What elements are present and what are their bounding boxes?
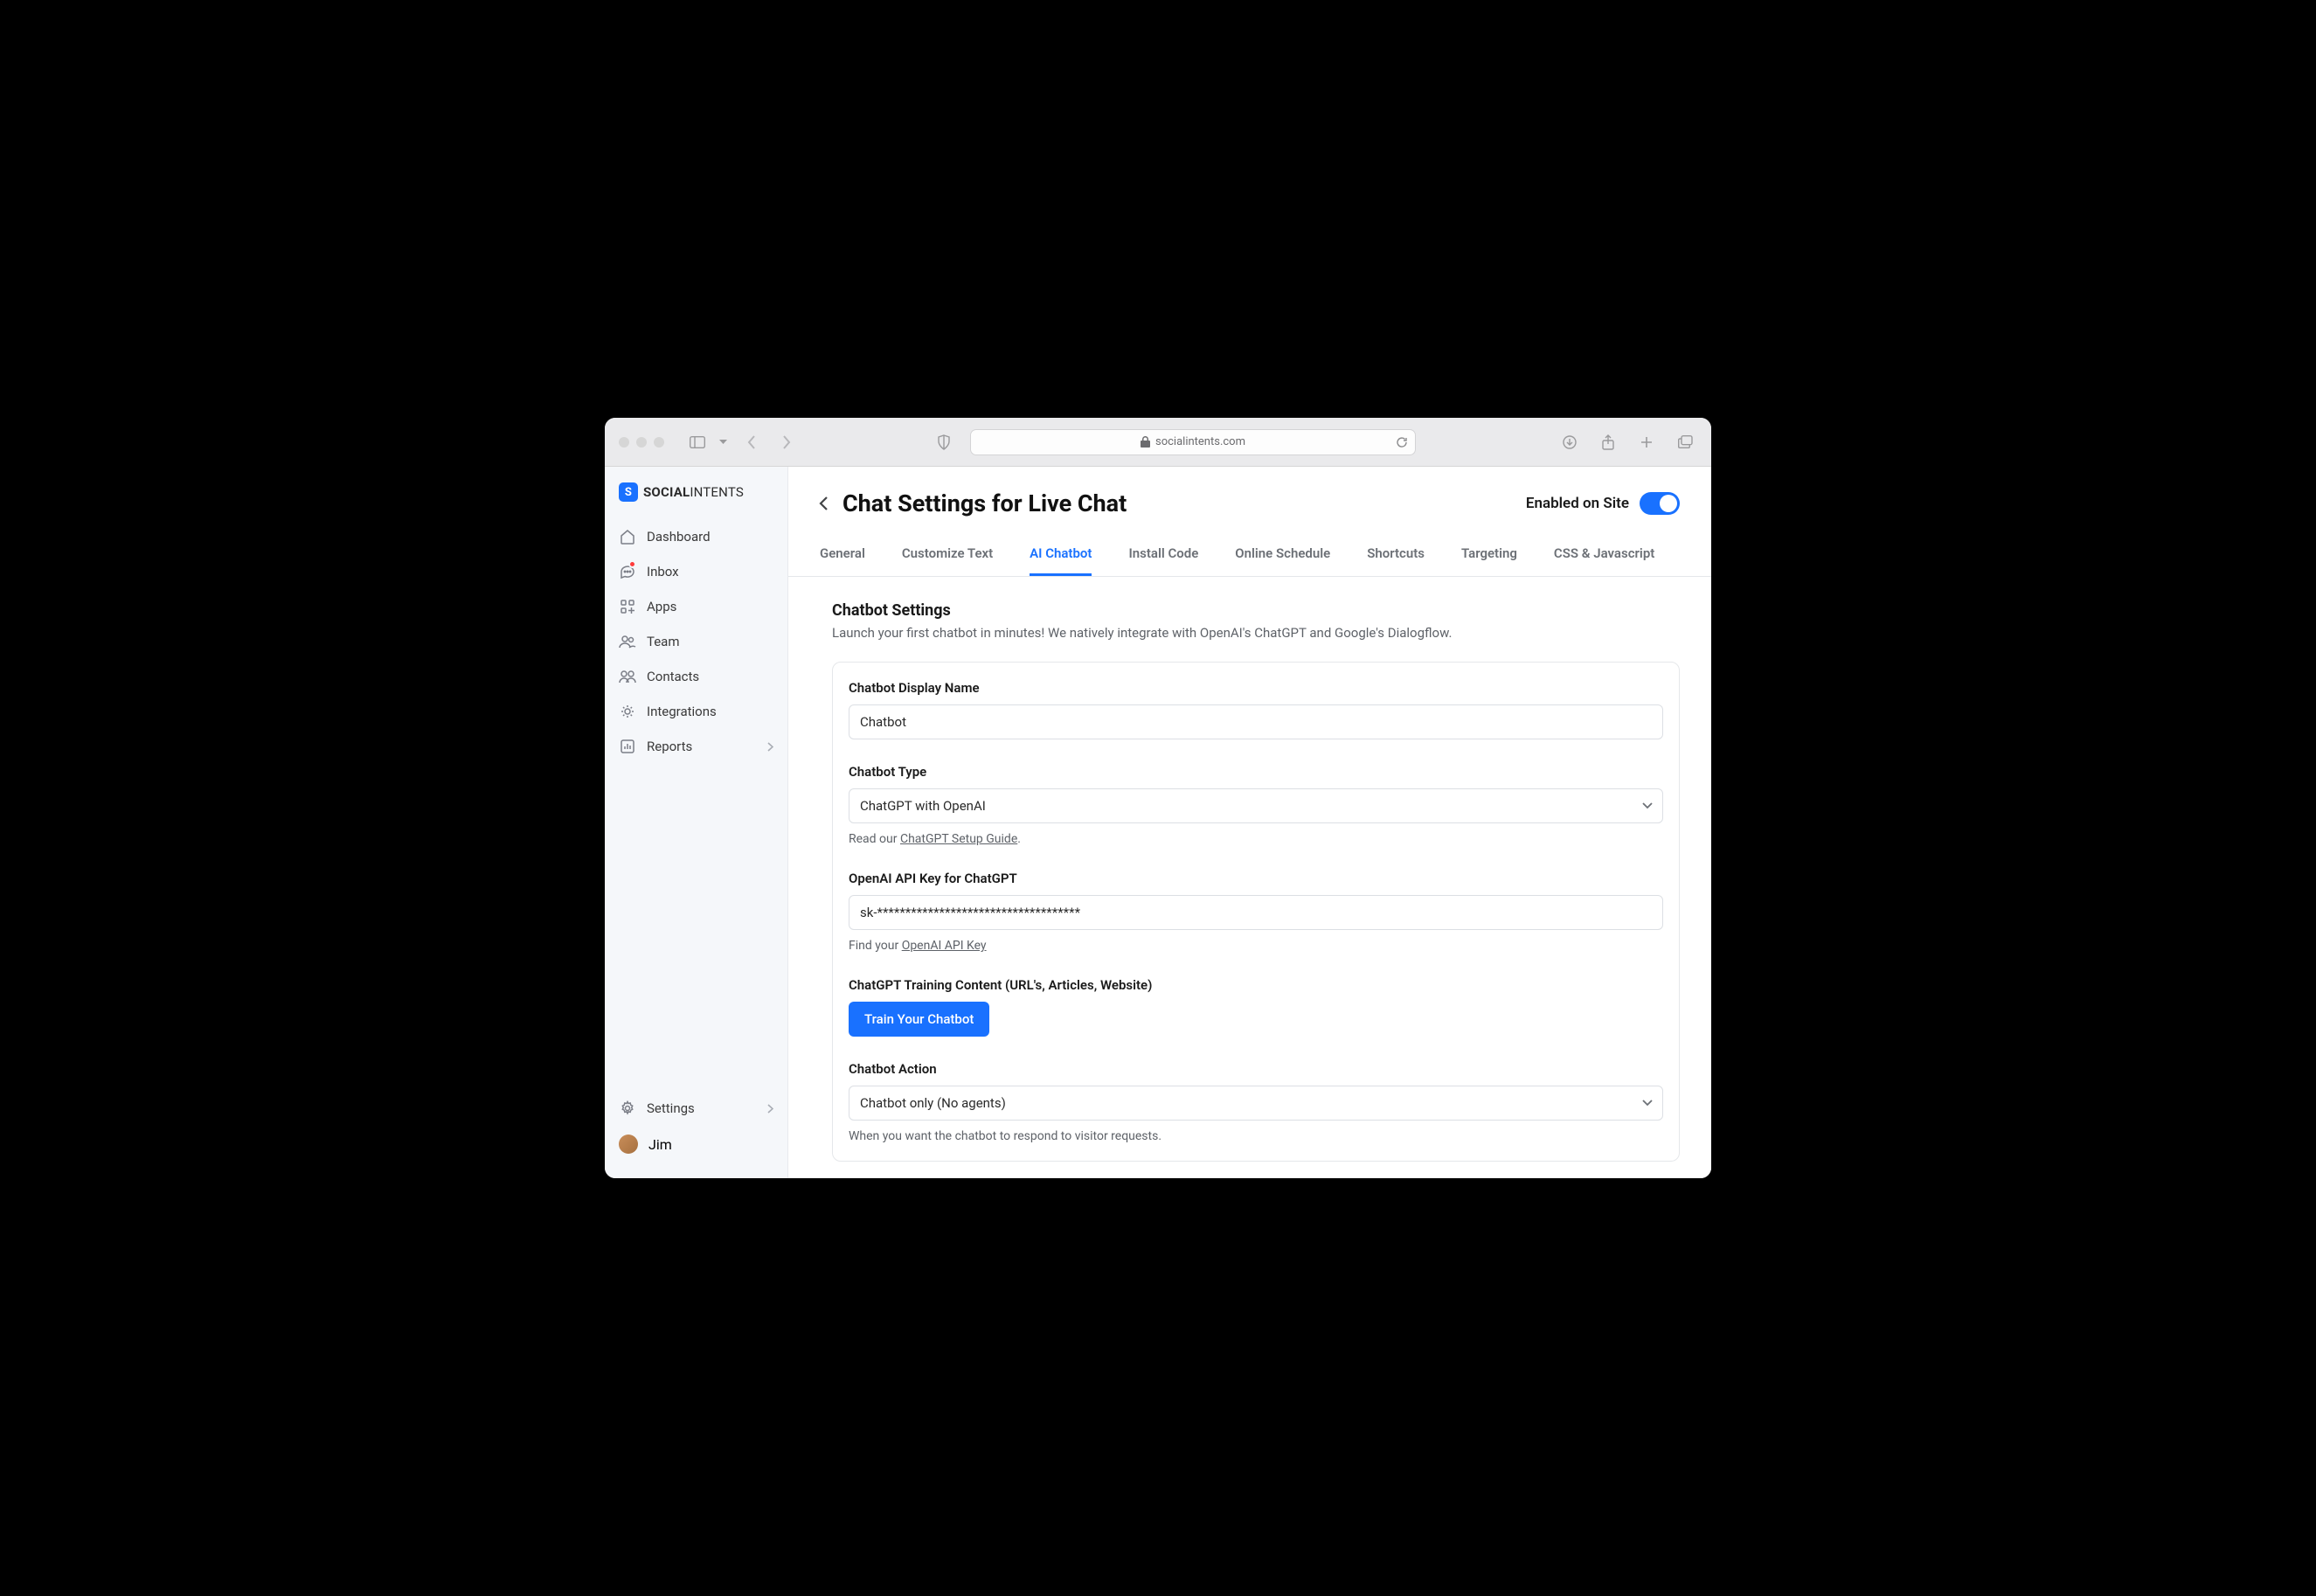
tab-shortcuts[interactable]: Shortcuts: [1367, 545, 1425, 576]
tab-targeting[interactable]: Targeting: [1461, 545, 1517, 576]
display-name-input[interactable]: [849, 704, 1663, 739]
gear-icon: [619, 703, 636, 720]
maximize-window[interactable]: [654, 437, 664, 448]
form-container: Chatbot Display Name Chatbot Type Rea: [832, 662, 1680, 1162]
sidebar-item-integrations[interactable]: Integrations: [605, 694, 787, 729]
tab-css-javascript[interactable]: CSS & Javascript: [1554, 545, 1654, 576]
dropdown-icon[interactable]: [717, 430, 729, 455]
api-key-input[interactable]: [849, 895, 1663, 930]
sidebar-item-contacts[interactable]: Contacts: [605, 659, 787, 694]
chatbot-action-helper: When you want the chatbot to respond to …: [849, 1129, 1663, 1143]
display-name-label: Chatbot Display Name: [849, 680, 1663, 696]
api-key-helper: Find your OpenAI API Key: [849, 939, 1663, 953]
sidebar-item-label: Reports: [647, 739, 692, 754]
enabled-toggle[interactable]: [1640, 492, 1680, 515]
train-chatbot-button[interactable]: Train Your Chatbot: [849, 1002, 989, 1037]
chart-icon: [619, 738, 636, 755]
contacts-icon: [619, 668, 636, 685]
team-icon: [619, 633, 636, 650]
browser-back[interactable]: [739, 430, 764, 455]
tab-online-schedule[interactable]: Online Schedule: [1235, 545, 1330, 576]
lock-icon: [1141, 436, 1150, 448]
logo-mark-icon: S: [619, 482, 638, 502]
user-name: Jim: [648, 1136, 672, 1153]
main-content: Chat Settings for Live Chat Enabled on S…: [788, 467, 1711, 1178]
sidebar-item-settings[interactable]: Settings: [605, 1091, 787, 1126]
sidebar-item-inbox[interactable]: Inbox: [605, 554, 787, 589]
sidebar-item-label: Contacts: [647, 669, 699, 684]
logo-text-bold: SOCIAL: [643, 484, 690, 500]
sidebar-item-label: Inbox: [647, 564, 679, 579]
chatbot-action-label: Chatbot Action: [849, 1061, 1663, 1077]
sidebar-item-label: Apps: [647, 599, 676, 614]
sidebar-item-dashboard[interactable]: Dashboard: [605, 519, 787, 554]
sidebar-item-label: Dashboard: [647, 529, 711, 545]
tab-ai-chatbot[interactable]: AI Chatbot: [1030, 545, 1092, 576]
api-key-label: OpenAI API Key for ChatGPT: [849, 871, 1663, 886]
api-key-link[interactable]: OpenAI API Key: [902, 939, 987, 953]
tabs: General Customize Text AI Chatbot Instal…: [788, 530, 1711, 577]
settings-icon: [619, 1100, 636, 1117]
tab-install-code[interactable]: Install Code: [1128, 545, 1198, 576]
training-label: ChatGPT Training Content (URL's, Article…: [849, 977, 1663, 993]
sidebar-toggle-icon[interactable]: [685, 430, 710, 455]
browser-forward[interactable]: [774, 430, 799, 455]
page-header: Chat Settings for Live Chat Enabled on S…: [788, 467, 1711, 530]
tab-customize-text[interactable]: Customize Text: [902, 545, 993, 576]
sidebar-item-apps[interactable]: Apps: [605, 589, 787, 624]
logo-text-thin: INTENTS: [690, 484, 744, 500]
close-window[interactable]: [619, 437, 629, 448]
notification-dot: [628, 560, 636, 568]
chatbot-action-select[interactable]: [849, 1086, 1663, 1121]
chatbot-type-helper: Read our ChatGPT Setup Guide.: [849, 832, 1663, 846]
sidebar-item-reports[interactable]: Reports: [605, 729, 787, 764]
sidebar: S SOCIALINTENTS Dashboard Inbox: [605, 467, 788, 1178]
share-icon[interactable]: [1596, 430, 1620, 455]
apps-icon: [619, 598, 636, 615]
url-text: socialintents.com: [1155, 435, 1245, 448]
refresh-icon[interactable]: [1396, 436, 1408, 448]
logo[interactable]: S SOCIALINTENTS: [605, 482, 787, 519]
chevron-right-icon: [767, 1104, 773, 1114]
avatar: [619, 1135, 638, 1154]
chatbot-type-select[interactable]: [849, 788, 1663, 823]
sidebar-item-label: Integrations: [647, 704, 717, 719]
chevron-right-icon: [767, 742, 773, 752]
traffic-lights: [619, 437, 664, 448]
user-profile[interactable]: Jim: [605, 1126, 787, 1162]
browser-toolbar: socialintents.com: [605, 418, 1711, 467]
section-title: Chatbot Settings: [832, 601, 1680, 620]
home-icon: [619, 528, 636, 545]
tabs-icon[interactable]: [1673, 430, 1697, 455]
address-bar[interactable]: socialintents.com: [970, 429, 1416, 455]
minimize-window[interactable]: [636, 437, 647, 448]
setup-guide-link[interactable]: ChatGPT Setup Guide: [900, 832, 1017, 846]
privacy-shield-icon[interactable]: [932, 430, 956, 455]
downloads-icon[interactable]: [1557, 430, 1582, 455]
new-tab-icon[interactable]: [1634, 430, 1659, 455]
sidebar-item-label: Team: [647, 634, 680, 649]
chatbot-type-label: Chatbot Type: [849, 764, 1663, 780]
page-title: Chat Settings for Live Chat: [842, 489, 1127, 517]
tab-general[interactable]: General: [820, 545, 865, 576]
enabled-on-site-label: Enabled on Site: [1526, 495, 1629, 512]
sidebar-item-label: Settings: [647, 1100, 695, 1116]
sidebar-item-team[interactable]: Team: [605, 624, 787, 659]
back-button[interactable]: [813, 493, 834, 514]
section-description: Launch your first chatbot in minutes! We…: [832, 625, 1680, 641]
